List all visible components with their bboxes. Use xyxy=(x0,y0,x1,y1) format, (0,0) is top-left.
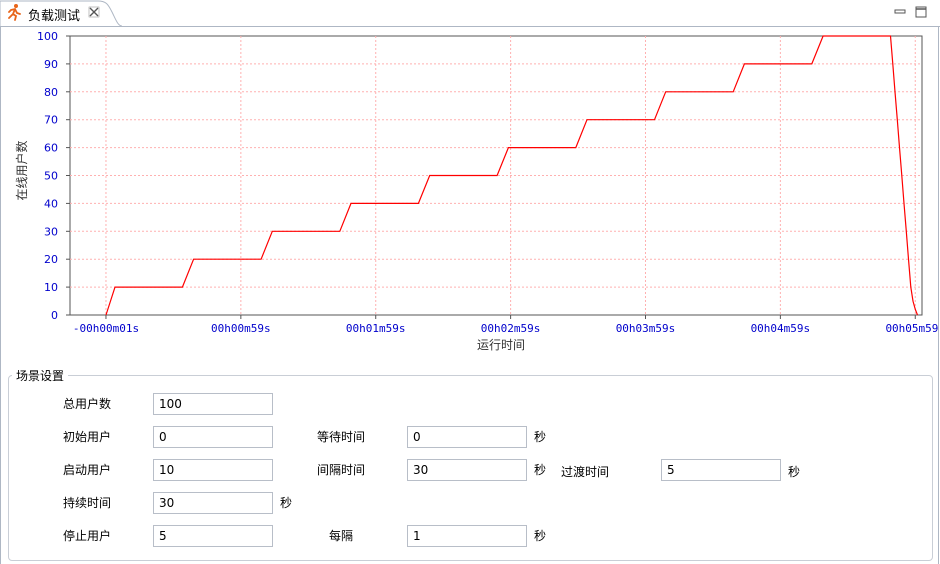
duration-input[interactable] xyxy=(153,492,273,514)
y-tick-label: 20 xyxy=(44,253,58,266)
wait-time-input[interactable] xyxy=(407,426,527,448)
tab-bar: 负载测试 xyxy=(0,0,940,27)
wait-time-label: 等待时间 xyxy=(317,430,366,444)
x-tick-label: 00h03m59s xyxy=(616,322,676,335)
total-users-input[interactable] xyxy=(153,393,273,415)
tab-load-test[interactable]: 负载测试 xyxy=(0,0,122,27)
start-users-input[interactable] xyxy=(153,459,273,481)
minimize-icon[interactable] xyxy=(893,5,907,19)
stop-users-input[interactable] xyxy=(153,525,273,547)
duration-label: 持续时间 xyxy=(63,496,112,510)
online-users-chart: 0 10 20 30 40 50 60 70 80 90 100 -00h00m01s 00h00m59… xyxy=(14,30,938,352)
y-tick-label: 50 xyxy=(44,170,58,183)
x-tick-label: 00h02m59s xyxy=(481,322,541,335)
wait-time-unit: 秒 xyxy=(534,430,547,444)
transition-time-label: 过渡时间 xyxy=(561,465,610,479)
y-tick-label: 70 xyxy=(44,114,58,127)
x-tick-label: 00h00m59s xyxy=(211,322,271,335)
y-tick-label: 40 xyxy=(44,197,58,210)
y-axis-label: 在线用户数 xyxy=(14,140,29,200)
y-tick-label: 10 xyxy=(44,281,58,294)
interval-time-unit: 秒 xyxy=(534,463,547,477)
stop-users-label: 停止用户 xyxy=(63,529,112,543)
every-input[interactable] xyxy=(407,525,527,547)
interval-time-input[interactable] xyxy=(407,459,527,481)
y-tick-label: 100 xyxy=(37,30,58,43)
every-unit: 秒 xyxy=(534,529,547,543)
interval-time-label: 间隔时间 xyxy=(317,463,366,477)
x-tick-label: -00h00m01s xyxy=(73,322,139,335)
scenario-settings-title: 场景设置 xyxy=(12,367,69,384)
tab-title: 负载测试 xyxy=(28,9,81,24)
transition-time-unit: 秒 xyxy=(788,465,801,479)
y-tick-label: 90 xyxy=(44,58,58,71)
start-users-label: 启动用户 xyxy=(63,463,112,477)
running-man-icon xyxy=(8,4,21,21)
x-tick-label: 00h05m59s xyxy=(885,322,938,335)
y-tick-label: 80 xyxy=(44,86,58,99)
close-icon[interactable] xyxy=(88,6,100,18)
y-tick-label: 0 xyxy=(51,309,58,322)
initial-users-input[interactable] xyxy=(153,426,273,448)
x-tick-label: 00h01m59s xyxy=(346,322,406,335)
transition-time-input[interactable] xyxy=(661,459,781,481)
total-users-label: 总用户数 xyxy=(63,397,112,411)
y-tick-label: 30 xyxy=(44,225,58,238)
y-tick-label: 60 xyxy=(44,142,58,155)
initial-users-label: 初始用户 xyxy=(63,430,112,444)
duration-unit: 秒 xyxy=(280,496,293,510)
maximize-icon[interactable] xyxy=(914,5,928,19)
x-tick-label: 00h04m59s xyxy=(751,322,811,335)
every-label: 每隔 xyxy=(329,529,354,543)
x-axis-label: 运行时间 xyxy=(477,338,525,352)
